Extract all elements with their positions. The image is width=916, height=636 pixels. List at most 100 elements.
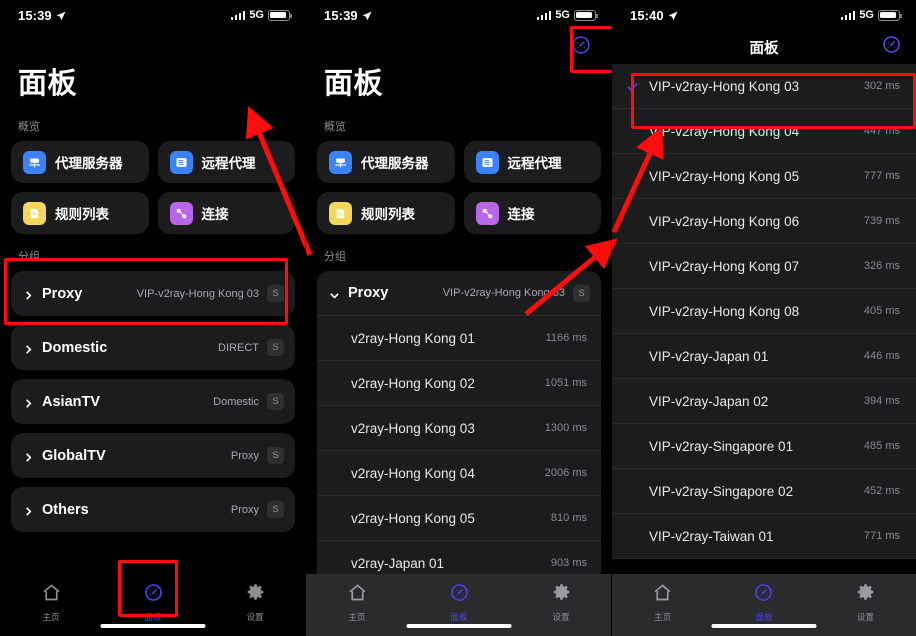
proxy-row[interactable]: VIP-v2ray-Singapore 02 452 ms — [612, 469, 916, 514]
group-header-proxy[interactable]: Proxy VIP-v2ray-Hong Kong 03 S — [317, 271, 601, 316]
network-type-label: 5G — [859, 9, 874, 21]
chevron-down-icon — [329, 288, 340, 299]
group-value: VIP-v2ray-Hong Kong 03 — [442, 287, 565, 299]
status-badge: S — [267, 501, 284, 518]
group-value: Domestic — [213, 395, 259, 408]
status-badge: S — [573, 284, 590, 302]
proxy-row-selected[interactable]: VIP-v2ray-Hong Kong 03 302 ms — [612, 64, 916, 109]
tab-settings[interactable]: 设置 — [815, 582, 916, 623]
proxy-name: VIP-v2ray-Hong Kong 04 — [649, 123, 800, 139]
speedometer-icon — [449, 582, 470, 608]
overview-card-proxy-server[interactable]: 代理服务器 — [317, 141, 455, 183]
home-icon — [41, 582, 62, 608]
checkmark-icon — [626, 80, 640, 93]
proxy-latency: 777 ms — [863, 170, 900, 182]
node-row[interactable]: v2ray-Hong Kong 01 1166 ms — [317, 316, 601, 361]
overview-card-remote-proxy[interactable]: 远程代理 — [463, 141, 601, 183]
group-value: Proxy — [230, 503, 259, 516]
overview-card-rules-list[interactable]: 规则列表 — [317, 192, 455, 234]
screenshot-stage: 15:39 5G 面板 概览 代理服务器 远程代理 规则列表 连接 分组 Pro… — [0, 0, 916, 636]
network-type-label: 5G — [249, 9, 264, 21]
signal-bars-icon — [230, 10, 246, 20]
status-badge: S — [267, 285, 284, 302]
overview-card-remote-proxy[interactable]: 远程代理 — [157, 141, 295, 183]
overview-card-label: 连接 — [507, 207, 535, 222]
group-value: VIP-v2ray-Hong Kong 03 — [136, 287, 259, 300]
status-badge: S — [267, 339, 284, 356]
overview-card-connections[interactable]: 连接 — [463, 192, 601, 234]
nav-title: 面板 — [749, 40, 779, 57]
node-latency: 1300 ms — [544, 422, 587, 434]
tab-settings[interactable]: 设置 — [510, 582, 612, 623]
overview-card-rules-list[interactable]: 规则列表 — [11, 192, 149, 234]
proxy-row[interactable]: VIP-v2ray-Japan 01 446 ms — [612, 334, 916, 379]
proxy-row[interactable]: VIP-v2ray-Hong Kong 04 447 ms — [612, 109, 916, 154]
page-title: 面板 — [324, 68, 384, 100]
speed-test-button[interactable] — [881, 34, 902, 60]
chevron-right-icon — [23, 450, 34, 462]
proxy-latency: 452 ms — [863, 485, 900, 497]
gear-icon — [245, 582, 266, 608]
tab-home[interactable]: 主页 — [306, 582, 408, 623]
node-row[interactable]: v2ray-Hong Kong 05 810 ms — [317, 496, 601, 541]
proxy-latency: 326 ms — [863, 260, 900, 272]
overview-card-connections[interactable]: 连接 — [157, 192, 295, 234]
status-badge: S — [267, 447, 284, 464]
group-row-others[interactable]: Others Proxy S — [11, 487, 295, 532]
home-indicator — [100, 623, 206, 628]
status-left: 15:39 — [324, 8, 372, 23]
location-arrow-icon — [362, 9, 372, 21]
tab-home[interactable]: 主页 — [0, 582, 102, 623]
node-latency: 1166 ms — [545, 332, 587, 344]
group-row-globaltv[interactable]: GlobalTV Proxy S — [11, 433, 295, 478]
chevron-right-icon — [23, 288, 34, 300]
tab-home[interactable]: 主页 — [612, 582, 713, 623]
signal-bars-icon — [536, 10, 552, 20]
status-left: 15:39 — [18, 8, 66, 23]
node-latency: 903 ms — [550, 557, 587, 569]
home-indicator — [406, 623, 512, 628]
group-row-proxy[interactable]: Proxy VIP-v2ray-Hong Kong 03 S — [11, 271, 295, 316]
proxy-row[interactable]: VIP-v2ray-Hong Kong 05 777 ms — [612, 154, 916, 199]
tab-panel[interactable]: 面板 — [408, 582, 510, 623]
proxy-latency: 394 ms — [863, 395, 900, 407]
status-left: 15:40 — [630, 8, 678, 23]
tab-label: 主页 — [42, 612, 60, 622]
tab-label: 设置 — [246, 612, 264, 622]
overview-card-label: 远程代理 — [507, 156, 562, 171]
group-name: AsianTV — [42, 393, 101, 410]
tab-settings[interactable]: 设置 — [204, 582, 306, 623]
location-arrow-icon — [56, 9, 66, 21]
speed-test-button[interactable] — [570, 34, 592, 61]
proxy-server-icon — [23, 150, 46, 174]
proxy-row[interactable]: VIP-v2ray-Japan 02 394 ms — [612, 379, 916, 424]
group-card-proxy: Proxy VIP-v2ray-Hong Kong 03 S v2ray-Hon… — [317, 271, 601, 586]
tab-label: 设置 — [856, 612, 874, 622]
proxy-row[interactable]: VIP-v2ray-Singapore 01 485 ms — [612, 424, 916, 469]
proxy-row[interactable]: VIP-v2ray-Taiwan 01 771 ms — [612, 514, 916, 559]
group-row-asiantv[interactable]: AsianTV Domestic S — [11, 379, 295, 424]
group-row-domestic[interactable]: Domestic DIRECT S — [11, 325, 295, 370]
tab-panel[interactable]: 面板 — [102, 582, 204, 623]
proxy-row[interactable]: VIP-v2ray-Hong Kong 08 405 ms — [612, 289, 916, 334]
rules-document-icon — [329, 201, 352, 225]
panel-1-dashboard: 15:39 5G 面板 概览 代理服务器 远程代理 规则列表 连接 分组 Pro… — [0, 0, 306, 636]
proxy-latency: 447 ms — [863, 125, 900, 137]
proxy-row[interactable]: VIP-v2ray-Hong Kong 07 326 ms — [612, 244, 916, 289]
panel-divider-1 — [305, 0, 306, 636]
node-row[interactable]: v2ray-Hong Kong 04 2006 ms — [317, 451, 601, 496]
overview-card-label: 规则列表 — [55, 207, 109, 222]
status-time: 15:39 — [324, 7, 358, 23]
status-right: 5G — [840, 9, 903, 21]
proxy-name: VIP-v2ray-Hong Kong 07 — [649, 258, 800, 274]
tab-panel[interactable]: 面板 — [713, 582, 814, 623]
node-row[interactable]: v2ray-Hong Kong 03 1300 ms — [317, 406, 601, 451]
proxy-row[interactable]: VIP-v2ray-Hong Kong 06 739 ms — [612, 199, 916, 244]
connections-link-icon — [475, 201, 499, 225]
groups-section-label: 分组 — [324, 251, 346, 263]
proxy-latency: 739 ms — [863, 215, 900, 227]
overview-card-proxy-server[interactable]: 代理服务器 — [11, 141, 149, 183]
proxy-latency: 446 ms — [863, 350, 900, 362]
node-name: v2ray-Hong Kong 02 — [351, 375, 475, 391]
node-row[interactable]: v2ray-Hong Kong 02 1051 ms — [317, 361, 601, 406]
